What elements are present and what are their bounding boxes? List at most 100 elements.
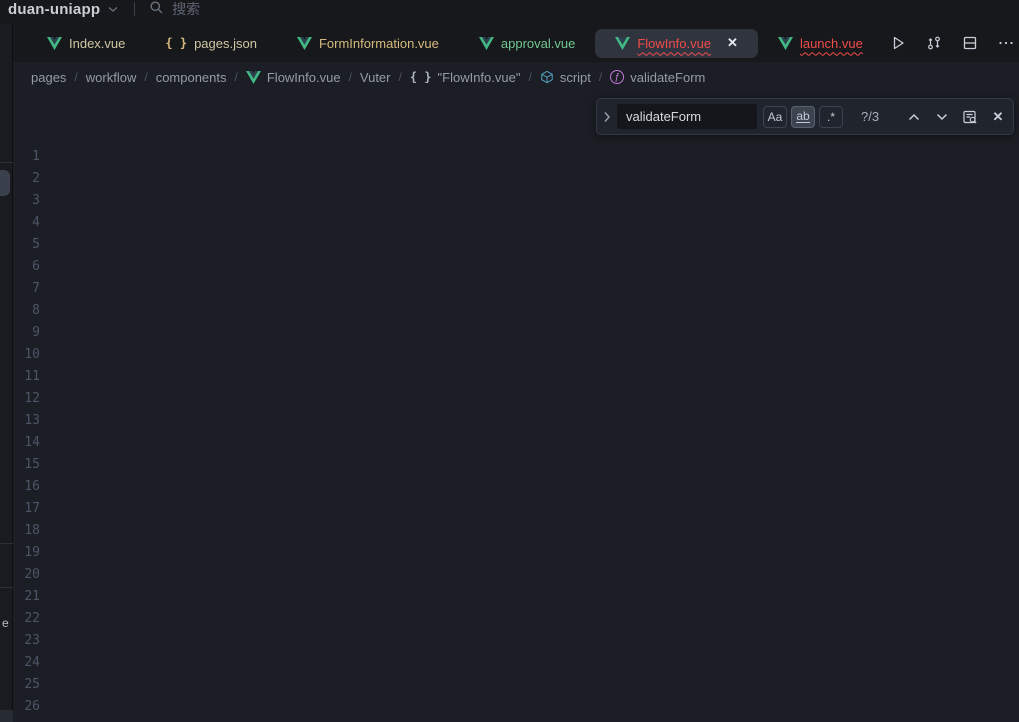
regex-toggle[interactable]: .* bbox=[819, 106, 843, 128]
code-line[interactable]: 2 bbox=[13, 168, 1019, 190]
breadcrumb-item-vuter[interactable]: Vuter bbox=[360, 70, 391, 85]
open-changes-icon[interactable] bbox=[923, 32, 945, 54]
vue-logo-icon bbox=[297, 37, 312, 50]
breadcrumb-item-script[interactable]: script bbox=[540, 70, 591, 85]
tab-label: approval.vue bbox=[501, 36, 575, 51]
tab-pages-json[interactable]: { }pages.json bbox=[145, 29, 277, 58]
breadcrumb-item--flowinfo-vue-[interactable]: { } "FlowInfo.vue" bbox=[410, 70, 521, 85]
string-braces-icon: { } bbox=[410, 70, 432, 84]
breadcrumb-label: Vuter bbox=[360, 70, 391, 85]
line-number: 25 bbox=[13, 674, 65, 696]
tab-label: FlowInfo.vue bbox=[637, 36, 711, 51]
whole-word-toggle[interactable]: ab bbox=[791, 106, 815, 128]
editor[interactable]: Aaab.* ?/3 bbox=[13, 92, 1019, 722]
breadcrumb-label: FlowInfo.vue bbox=[267, 70, 341, 85]
project-name[interactable]: duan-uniapp bbox=[8, 1, 100, 18]
line-number: 26 bbox=[13, 696, 65, 718]
code-line[interactable]: 26 bbox=[13, 696, 1019, 718]
breadcrumb-separator: / bbox=[235, 70, 238, 84]
tab-label: FormInformation.vue bbox=[319, 36, 439, 51]
code-line[interactable]: 8 bbox=[13, 300, 1019, 322]
breadcrumb-item-flowinfo-vue[interactable]: FlowInfo.vue bbox=[246, 70, 341, 85]
more-actions-icon[interactable] bbox=[995, 32, 1017, 54]
find-close-button[interactable]: ✕ bbox=[987, 106, 1009, 128]
find-in-selection-button[interactable] bbox=[959, 106, 981, 128]
panel-divider bbox=[0, 162, 13, 163]
line-number: 23 bbox=[13, 630, 65, 652]
code-line[interactable]: 14 bbox=[13, 432, 1019, 454]
code-line[interactable]: 13 bbox=[13, 410, 1019, 432]
panel-divider bbox=[0, 587, 13, 588]
breadcrumb-label: "FlowInfo.vue" bbox=[438, 70, 521, 85]
match-case-toggle[interactable]: Aa bbox=[763, 106, 787, 128]
line-number: 13 bbox=[13, 410, 65, 432]
panel-partial-text: e bbox=[2, 616, 9, 630]
breadcrumb-item-components[interactable]: components bbox=[156, 70, 227, 85]
tab-launch-vue[interactable]: launch.vue bbox=[758, 29, 883, 58]
code-line[interactable]: 18 bbox=[13, 520, 1019, 542]
breadcrumb-item-pages[interactable]: pages bbox=[31, 70, 66, 85]
line-number: 6 bbox=[13, 256, 65, 278]
code-line[interactable]: 24 bbox=[13, 652, 1019, 674]
symbol-function-icon: ƒ bbox=[610, 70, 624, 84]
code-line[interactable]: 15 bbox=[13, 454, 1019, 476]
code-line[interactable]: 19 bbox=[13, 542, 1019, 564]
line-number: 20 bbox=[13, 564, 65, 586]
find-input[interactable] bbox=[617, 104, 757, 129]
code-line[interactable]: 7 bbox=[13, 278, 1019, 300]
tab-flowinfo-vue[interactable]: FlowInfo.vue ✕ bbox=[595, 29, 758, 58]
line-number: 1 bbox=[13, 146, 65, 168]
line-number: 17 bbox=[13, 498, 65, 520]
line-number: 3 bbox=[13, 190, 65, 212]
code-line[interactable]: 5 bbox=[13, 234, 1019, 256]
code-line[interactable]: 23 bbox=[13, 630, 1019, 652]
line-number: 16 bbox=[13, 476, 65, 498]
breadcrumb-item-validateform[interactable]: ƒvalidateForm bbox=[610, 70, 705, 85]
find-replace-toggle[interactable] bbox=[597, 99, 617, 134]
tab-approval-vue[interactable]: approval.vue bbox=[459, 29, 595, 58]
line-number: 10 bbox=[13, 344, 65, 366]
code-line[interactable]: 17 bbox=[13, 498, 1019, 520]
split-editor-icon[interactable] bbox=[959, 32, 981, 54]
json-braces-icon: { } bbox=[165, 36, 187, 50]
breadcrumb-separator: / bbox=[399, 70, 402, 84]
breadcrumb-separator: / bbox=[528, 70, 531, 84]
code-line[interactable]: 22 bbox=[13, 608, 1019, 630]
code-area[interactable]: 1234567891011121314151617181920212223242… bbox=[13, 146, 1019, 718]
chevron-down-icon bbox=[108, 0, 118, 18]
code-line[interactable]: 3 bbox=[13, 190, 1019, 212]
breadcrumb-item-workflow[interactable]: workflow bbox=[86, 70, 137, 85]
code-line[interactable]: 10 bbox=[13, 344, 1019, 366]
find-next-button[interactable] bbox=[931, 106, 953, 128]
line-number: 19 bbox=[13, 542, 65, 564]
line-number: 4 bbox=[13, 212, 65, 234]
vue-logo-icon bbox=[615, 37, 630, 50]
breadcrumb-label: script bbox=[560, 70, 591, 85]
tab-index-vue[interactable]: Index.vue bbox=[27, 29, 145, 58]
tab-label: launch.vue bbox=[800, 36, 863, 51]
code-line[interactable]: 20 bbox=[13, 564, 1019, 586]
tab-label: Index.vue bbox=[69, 36, 125, 51]
code-line[interactable]: 12 bbox=[13, 388, 1019, 410]
code-line[interactable]: 4 bbox=[13, 212, 1019, 234]
code-line[interactable]: 6 bbox=[13, 256, 1019, 278]
line-number: 21 bbox=[13, 586, 65, 608]
find-widget: Aaab.* ?/3 bbox=[596, 98, 1014, 135]
line-number: 7 bbox=[13, 278, 65, 300]
line-number: 2 bbox=[13, 168, 65, 190]
tab-close-icon[interactable]: ✕ bbox=[727, 35, 738, 51]
tab-forminformation-vue[interactable]: FormInformation.vue bbox=[277, 29, 459, 58]
code-line[interactable]: 1 bbox=[13, 146, 1019, 168]
panel-footer-sliver bbox=[0, 710, 13, 722]
panel-item-partial[interactable] bbox=[0, 170, 10, 196]
code-line[interactable]: 9 bbox=[13, 322, 1019, 344]
code-line[interactable]: 11 bbox=[13, 366, 1019, 388]
code-line[interactable]: 16 bbox=[13, 476, 1019, 498]
global-search[interactable]: 搜索 bbox=[149, 0, 200, 19]
run-icon[interactable] bbox=[887, 32, 909, 54]
code-line[interactable]: 21 bbox=[13, 586, 1019, 608]
code-line[interactable]: 25 bbox=[13, 674, 1019, 696]
breadcrumb-label: pages bbox=[31, 70, 66, 85]
line-number: 9 bbox=[13, 322, 65, 344]
find-prev-button[interactable] bbox=[903, 106, 925, 128]
